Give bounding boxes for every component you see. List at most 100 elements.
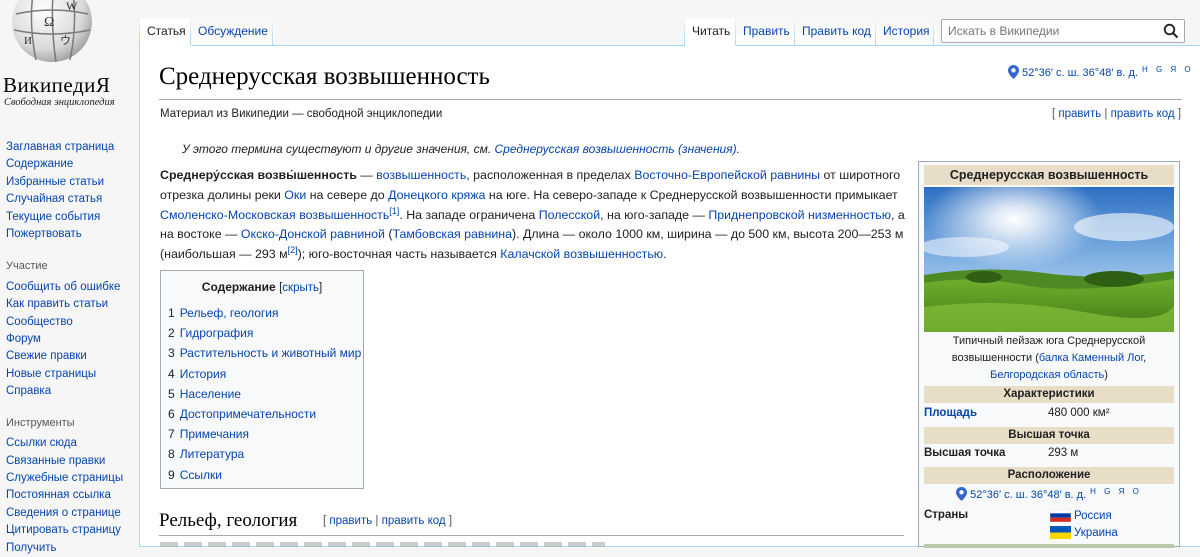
sidebar-navigation: Заглавная страница Содержание Избранные … bbox=[6, 139, 136, 243]
toc-item-number: 8 bbox=[168, 447, 175, 462]
toc-item[interactable]: 1 Рельеф, геология bbox=[168, 303, 363, 323]
infobox-title: Среднерусская возвышенность bbox=[924, 165, 1174, 185]
caption-link-balka[interactable]: балка Каменный Лог bbox=[1039, 352, 1143, 364]
tab-talk[interactable]: Обсуждение bbox=[191, 18, 275, 46]
toc-item[interactable]: 7 Примечания bbox=[168, 424, 363, 444]
search-icon[interactable] bbox=[1163, 23, 1179, 39]
sidebar-item-recent-changes[interactable]: Свежие правки bbox=[6, 348, 136, 365]
toc-hide-wrapper: [скрыть] bbox=[279, 282, 323, 294]
landscape-photo[interactable] bbox=[924, 187, 1174, 332]
lead-text: . На западе ограничена bbox=[399, 207, 539, 222]
toc-item[interactable]: 2 Гидрография bbox=[168, 323, 363, 343]
toc-item-number: 9 bbox=[168, 467, 175, 482]
tab-read[interactable]: Читать bbox=[685, 18, 738, 46]
toc-item-link[interactable]: Ссылки bbox=[180, 468, 222, 482]
sidebar-item-community[interactable]: Сообщество bbox=[6, 314, 136, 331]
lead-text: — bbox=[356, 168, 377, 182]
infobox-countries: Россия Украина bbox=[1050, 508, 1118, 542]
toc-item[interactable]: 8 Литература bbox=[168, 444, 363, 464]
toc-item[interactable]: 3 Растительность и животный мир bbox=[168, 343, 363, 363]
reference-2[interactable]: [2] bbox=[288, 245, 298, 255]
sidebar-item-help[interactable]: Справка bbox=[6, 383, 136, 400]
sidebar-item-new-pages[interactable]: Новые страницы bbox=[6, 366, 136, 383]
infobox-area-label[interactable]: Площадь bbox=[924, 407, 977, 419]
svg-text:Ω: Ω bbox=[44, 15, 54, 30]
sidebar-item-contents[interactable]: Содержание bbox=[6, 156, 136, 173]
toc-item[interactable]: 5 Население bbox=[168, 384, 363, 404]
sidebar-item-forum[interactable]: Форум bbox=[6, 331, 136, 348]
toc-item-link[interactable]: Население bbox=[180, 387, 241, 401]
sidebar-item-current-events[interactable]: Текущие события bbox=[6, 209, 136, 226]
tab-edit-source[interactable]: Править код bbox=[795, 18, 878, 46]
link-oka[interactable]: Оки bbox=[284, 188, 306, 202]
coordinates-link[interactable]: 52°36′ с. ш. 36°48′ в. д. bbox=[1022, 67, 1138, 79]
toc-item-link[interactable]: Гидрография bbox=[180, 326, 254, 340]
tab-history[interactable]: История bbox=[876, 18, 937, 46]
link-oka-don-plain[interactable]: Окско-Донской равниной bbox=[241, 227, 385, 241]
infobox-highest-value: 293 м bbox=[1048, 447, 1079, 459]
search-input[interactable] bbox=[942, 20, 1164, 42]
toc-item[interactable]: 9 Ссылки bbox=[168, 465, 363, 485]
infobox: Среднерусская возвышенность Типичный пей… bbox=[918, 161, 1180, 548]
caption-link-belgorod[interactable]: Белгородская область bbox=[990, 369, 1104, 381]
toc-item-link[interactable]: Рельеф, геология bbox=[180, 306, 279, 320]
tab-article[interactable]: Статья bbox=[140, 18, 193, 46]
sidebar-item-what-links-here[interactable]: Ссылки сюда bbox=[6, 435, 136, 452]
link-tambov-plain[interactable]: Тамбовская равнина bbox=[392, 227, 512, 241]
coordinates-indicator: 52°36′ с. ш. 36°48′ в. д. H G Я O bbox=[1008, 65, 1194, 79]
toc-item-link[interactable]: Примечания bbox=[180, 427, 249, 441]
link-upland[interactable]: возвышенность bbox=[376, 168, 466, 182]
sidebar-item-related-changes[interactable]: Связанные правки bbox=[6, 453, 136, 470]
link-donets-ridge[interactable]: Донецкого кряжа bbox=[388, 188, 485, 202]
toc-item[interactable]: 6 Достопримечательности bbox=[168, 404, 363, 424]
edit-source-link[interactable]: править код bbox=[1111, 108, 1175, 120]
hatnote-link[interactable]: Среднерусская возвышенность (значения) bbox=[495, 142, 737, 156]
sidebar-item-main-page[interactable]: Заглавная страница bbox=[6, 139, 136, 156]
infobox-map-edge bbox=[924, 544, 1174, 548]
sidebar-item-special-pages[interactable]: Служебные страницы bbox=[6, 470, 136, 487]
tab-edit[interactable]: Править bbox=[736, 18, 797, 46]
link-smolensk-moscow-upland[interactable]: Смоленско-Московская возвышенность bbox=[160, 208, 389, 222]
infobox-geo-links[interactable]: H G Я O bbox=[1090, 487, 1142, 496]
toc-item[interactable]: 4 История bbox=[168, 364, 363, 384]
lead-paragraph: Среднеру́сская возвы́шенность — возвышен… bbox=[160, 166, 910, 265]
sidebar-item-featured[interactable]: Избранные статьи bbox=[6, 174, 136, 191]
toc-item-link[interactable]: Растительность и животный мир bbox=[180, 346, 362, 360]
wikipedia-logo[interactable]: Ω W И ウ ВикипедиЯ Свободная энциклопедия bbox=[0, 0, 138, 120]
link-dnieper-lowland[interactable]: Приднепровской низменностью bbox=[708, 208, 891, 222]
country-link-russia[interactable]: Россия bbox=[1074, 510, 1112, 522]
sidebar-item-permanent-link[interactable]: Постоянная ссылка bbox=[6, 487, 136, 504]
bracket-close: ] bbox=[1174, 108, 1182, 120]
map-pin-icon[interactable] bbox=[1008, 65, 1019, 79]
link-kalach-upland[interactable]: Калачской возвышенностью bbox=[500, 247, 663, 261]
country-link-ukraine[interactable]: Украина bbox=[1074, 527, 1118, 539]
lead-text: , на юго-западе — bbox=[600, 207, 709, 222]
toc-item-link[interactable]: Достопримечательности bbox=[180, 407, 316, 421]
svg-text:ウ: ウ bbox=[60, 34, 71, 47]
title-divider bbox=[159, 99, 1182, 100]
sidebar-item-how-to-edit[interactable]: Как править статьи bbox=[6, 296, 136, 313]
geo-links[interactable]: H G Я O bbox=[1142, 65, 1194, 74]
link-polesie[interactable]: Полесской bbox=[539, 208, 600, 222]
toc-list: 1 Рельеф, геология 2 Гидрография 3 Растительн… bbox=[168, 303, 363, 485]
section-edit-link[interactable]: править bbox=[329, 515, 372, 527]
edit-link[interactable]: править bbox=[1058, 108, 1101, 120]
sidebar-item-page-info[interactable]: Сведения о странице bbox=[6, 505, 136, 522]
sidebar-item-report-error[interactable]: Сообщить об ошибке bbox=[6, 279, 136, 296]
sidebar-item-donate[interactable]: Пожертвовать bbox=[6, 226, 136, 243]
infobox-caption: Типичный пейзаж юга Среднерусской возвыш… bbox=[924, 333, 1174, 384]
map-pin-icon[interactable] bbox=[956, 487, 968, 501]
toc-item-link[interactable]: История bbox=[180, 367, 227, 381]
lead-text: . bbox=[663, 247, 667, 262]
logo-tagline: Свободная энциклопедия bbox=[4, 97, 115, 108]
section-edit-source-link[interactable]: править код bbox=[382, 515, 446, 527]
reference-1[interactable]: [1] bbox=[389, 205, 399, 215]
infobox-coordinates-link[interactable]: 52°36′ с. ш. 36°48′ в. д. bbox=[970, 489, 1086, 501]
sidebar-item-get[interactable]: Получить bbox=[6, 540, 136, 557]
sidebar-item-cite-page[interactable]: Цитировать страницу bbox=[6, 522, 136, 539]
sidebar-item-random[interactable]: Случайная статья bbox=[6, 191, 136, 208]
russia-flag-icon bbox=[1050, 509, 1071, 523]
toc-item-link[interactable]: Литература bbox=[180, 447, 245, 461]
toc-hide-toggle[interactable]: скрыть bbox=[282, 282, 319, 294]
link-east-european-plain[interactable]: Восточно-Европейской равнины bbox=[634, 168, 820, 182]
